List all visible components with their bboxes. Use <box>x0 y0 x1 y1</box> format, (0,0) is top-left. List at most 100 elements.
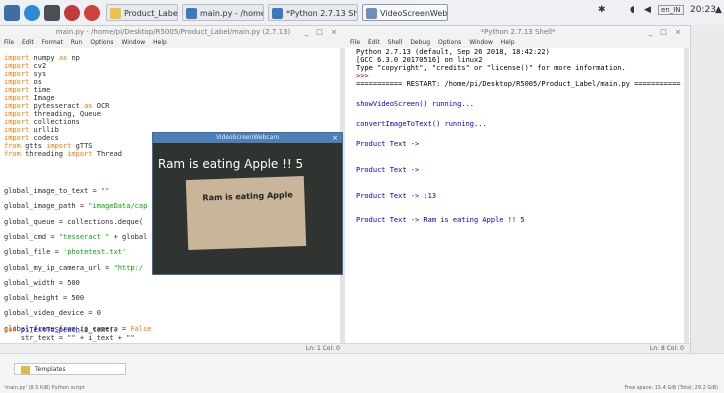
shell-line: Type "copyright", "credits" or "license(… <box>356 64 626 72</box>
shell-output: convertImageToText() running... <box>356 120 487 128</box>
code-string: "" <box>100 187 110 195</box>
code-text: urllib <box>29 126 59 134</box>
menu-edit[interactable]: Edit <box>368 39 380 46</box>
code-keyword: import <box>4 54 30 62</box>
menu-shell[interactable]: Shell <box>388 39 403 46</box>
taskbar-editor[interactable]: main.py - /home/pi/D <box>182 4 264 21</box>
clock: 20:23 <box>690 5 716 15</box>
terminal-icon[interactable] <box>64 5 80 21</box>
settings-icon[interactable] <box>84 5 100 21</box>
code-line: from threading import Thread <box>4 150 122 158</box>
menu-options[interactable]: Options <box>438 39 461 46</box>
code-keyword: import <box>4 118 30 126</box>
top-taskbar: Product_Label main.py - /home/pi/D *Pyth… <box>0 0 724 26</box>
code-string: 'photetest.txt' <box>63 248 127 257</box>
code-keyword: import <box>4 126 30 134</box>
menu-file[interactable]: File <box>4 39 14 46</box>
webcam-video-frame: Ram is eating Apple Ram is eating Apple … <box>153 143 342 274</box>
menu-help[interactable]: Help <box>501 39 515 46</box>
code-line: global_my_ip_camera_url = "http:/ <box>4 264 143 272</box>
folder-icon <box>21 366 30 374</box>
python-icon <box>272 8 283 19</box>
templates-item[interactable]: Templates <box>14 363 126 375</box>
eject-icon[interactable]: ▲ <box>715 5 722 15</box>
menu-window[interactable]: Window <box>469 39 493 46</box>
taskbar-webcam[interactable]: VideoScreenWebcam <box>362 4 448 21</box>
code-line: global_width = 500 <box>4 279 80 287</box>
product-card: Ram is eating Apple <box>185 175 307 251</box>
code-line: import Image <box>4 94 55 102</box>
code-text: np <box>67 54 80 62</box>
shell-restart: =========== RESTART: /home/pi/Desktop/R5… <box>356 80 681 88</box>
code-keyword: import <box>4 62 30 70</box>
menu-edit[interactable]: Edit <box>22 39 34 46</box>
code-text: time <box>29 86 51 94</box>
code-string: "tesseract " <box>58 232 110 241</box>
menu-window[interactable]: Window <box>122 39 146 46</box>
code-keyword: from <box>4 142 21 150</box>
code-keyword: as <box>58 54 68 62</box>
shell-text-area[interactable]: Python 2.7.13 (default, Sep 26 2018, 18:… <box>346 48 690 343</box>
code-keyword: import <box>67 150 93 158</box>
code-text: global_queue = collections.deque( <box>4 217 144 226</box>
code-line: global_cmd = "tesseract " + global <box>4 233 147 241</box>
code-keyword: as <box>84 102 93 110</box>
keyboard-layout[interactable]: en_IN <box>658 5 684 15</box>
code-line: def piTextToSpeech(i_text): <box>4 326 118 334</box>
file-manager-icon[interactable] <box>44 5 60 21</box>
shell-output: Product Text -> Ram is eating Apple !! 5 <box>356 216 525 224</box>
code-line: import sys <box>4 70 46 78</box>
code-text: threading, Queue <box>29 110 101 118</box>
wifi-icon[interactable]: ◖ <box>630 5 635 15</box>
window-controls[interactable]: _ □ × <box>305 26 340 38</box>
code-keyword: import <box>4 134 30 142</box>
code-text: global_video_device = 0 <box>4 309 101 318</box>
code-string: "imageData/cap <box>88 202 148 211</box>
shell-output: Product Text -> :13 <box>356 192 437 200</box>
code-keyword: from <box>4 150 21 158</box>
code-line: str_text = "" + i_text + "" <box>4 334 135 342</box>
bluetooth-icon[interactable]: ✱ <box>598 5 606 15</box>
code-keyword: import <box>4 78 30 86</box>
shell-scrollbar[interactable] <box>684 48 689 343</box>
taskbar-shell[interactable]: *Python 2.7.13 Shell* <box>268 4 358 21</box>
menu-file[interactable]: File <box>350 39 360 46</box>
code-text: global_image_to_text = <box>4 187 101 195</box>
shell-line: [GCC 6.3.0 20170516] on linux2 <box>356 56 483 64</box>
menu-icon[interactable] <box>4 5 20 21</box>
code-text: gTTS <box>71 142 93 150</box>
menu-run[interactable]: Run <box>71 39 83 46</box>
code-keyword: import <box>4 86 30 94</box>
menu-help[interactable]: Help <box>153 39 167 46</box>
menu-debug[interactable]: Debug <box>410 39 430 46</box>
close-icon[interactable]: × <box>332 133 338 143</box>
shell-prompt: >>> <box>356 72 369 80</box>
volume-icon[interactable]: ◀ <box>644 5 651 15</box>
code-text: global_my_ip_camera_url = <box>4 263 114 272</box>
webcam-window[interactable]: VideoScreenWebcam × Ram is eating Apple … <box>152 132 343 275</box>
window-controls[interactable]: _ □ × <box>649 26 684 38</box>
file-manager-bottom: Templates 'main.py' (8.5 KiB) Python scr… <box>0 353 724 393</box>
code-text: + global <box>109 232 148 241</box>
code-text: Thread <box>92 150 123 158</box>
browser-icon[interactable] <box>24 5 40 21</box>
code-string: "http:/ <box>113 263 144 272</box>
shell-line: Python 2.7.13 (default, Sep 26 2018, 18:… <box>356 48 550 56</box>
file-status: 'main.py' (8.5 KiB) Python script <box>4 385 85 391</box>
code-text: pytesseract <box>29 102 85 110</box>
code-line: global_height = 500 <box>4 294 84 302</box>
code-text: sys <box>29 70 47 78</box>
code-text: global_image_path = <box>4 202 89 211</box>
code-text: global_height = 500 <box>4 294 85 303</box>
webcam-title-bar[interactable]: VideoScreenWebcam × <box>153 133 342 143</box>
menu-format[interactable]: Format <box>42 39 63 46</box>
shell-output: showVideoScreen() running... <box>356 100 475 108</box>
disk-status: Free space: 15.4 GiB (Total: 29.2 GiB) <box>624 385 718 391</box>
code-line: global_image_path = "imageData/cap <box>4 202 147 210</box>
window-icon <box>366 8 377 19</box>
code-text: global_file = <box>4 248 64 257</box>
code-text: global_cmd = <box>4 232 59 241</box>
code-line: global_image_to_text = "" <box>4 187 109 195</box>
menu-options[interactable]: Options <box>90 39 113 46</box>
taskbar-product-label[interactable]: Product_Label <box>106 4 178 21</box>
